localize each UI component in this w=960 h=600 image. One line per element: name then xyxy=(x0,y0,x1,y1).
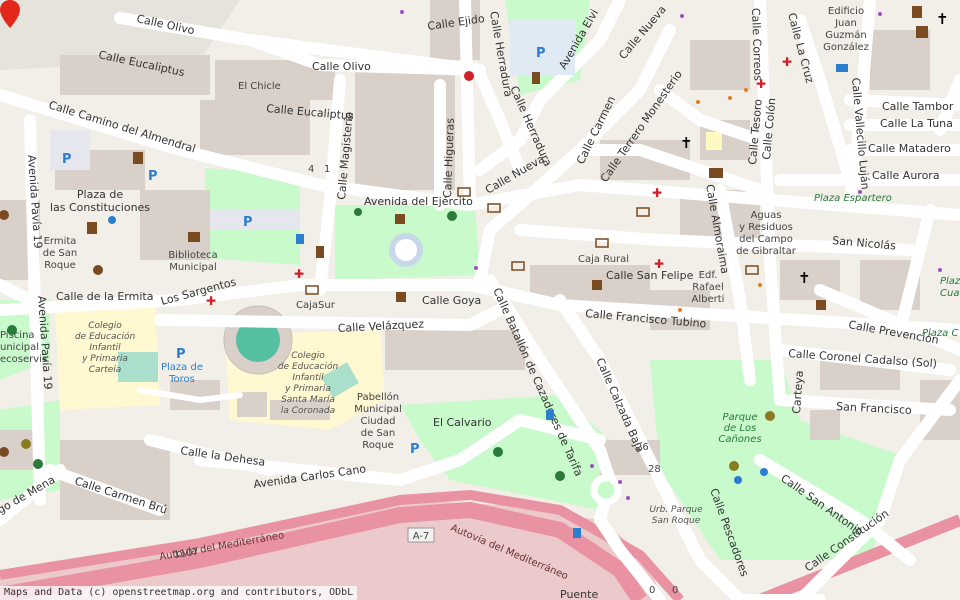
roundabout[interactable] xyxy=(590,474,622,506)
street-label: Calle Correos xyxy=(749,8,765,82)
parking-icon: P xyxy=(243,215,253,230)
road-number: A-7 xyxy=(413,531,430,542)
monument-icon xyxy=(532,72,540,84)
street-label: Calle La Tuna xyxy=(880,117,953,130)
bus-stop-icon xyxy=(546,410,554,420)
pharmacy-icon: ✚ xyxy=(206,294,216,308)
house-number: 1 xyxy=(324,164,330,175)
street-label: Calle Aurora xyxy=(872,169,940,182)
museum-icon xyxy=(592,280,602,290)
house-number: 28 xyxy=(648,464,661,475)
church-icon: ✝ xyxy=(798,269,811,287)
parking-icon: P xyxy=(62,152,72,167)
dog-park-icon xyxy=(555,471,565,481)
map-view[interactable]: Calle Ejido Calle Olivo Calle Olivo Call… xyxy=(0,0,960,600)
pharmacy-icon: ✚ xyxy=(652,186,662,200)
street-label: Calle de la Ermita xyxy=(56,290,153,303)
fountain-icon xyxy=(734,476,742,484)
information-icon xyxy=(912,6,922,18)
pharmacy-icon: ✚ xyxy=(782,55,792,69)
post-icon xyxy=(709,168,723,178)
plaza-label: Plaza C xyxy=(922,328,958,339)
house-number: 26 xyxy=(636,442,649,453)
swimming-icon xyxy=(7,325,17,335)
biblioteca-label: Biblioteca Municipal xyxy=(168,250,217,273)
location-marker[interactable] xyxy=(0,0,20,28)
library-icon xyxy=(188,232,200,242)
street-label: Calle Olivo xyxy=(312,60,371,73)
pharmacy-icon: ✚ xyxy=(294,267,304,281)
ermita-label: Ermita de San Roque xyxy=(43,236,78,271)
fountain-icon xyxy=(760,468,768,476)
plaza-label: Plaza Espartero xyxy=(814,193,892,204)
parking-icon: P xyxy=(148,169,158,184)
street-label: Calle San Felipe xyxy=(606,269,694,282)
toilets-icon xyxy=(836,64,848,72)
bank-label: CajaSur xyxy=(296,300,336,311)
calvario-label: El Calvario xyxy=(433,416,492,429)
church-icon: ✝ xyxy=(936,10,949,28)
parking-icon: P xyxy=(410,442,420,457)
edificio-label: Edificio Juan Guzmán González xyxy=(823,6,869,53)
roundabout[interactable] xyxy=(389,233,423,267)
place-label: El Chicle xyxy=(238,81,281,92)
street-label: Calle Tambor xyxy=(882,100,954,113)
tree-icon xyxy=(33,459,43,469)
bus-stop-icon xyxy=(573,528,581,538)
street-label: Avenida del Ejército xyxy=(364,195,473,208)
tree-icon xyxy=(354,208,362,216)
parking-icon: P xyxy=(536,46,546,61)
street-label: Puente xyxy=(560,588,598,600)
tree-icon xyxy=(447,211,457,221)
parque-label: Parque de Los Cañones xyxy=(718,412,761,445)
house-number: 4 xyxy=(308,164,314,175)
fuel-icon xyxy=(316,246,324,258)
urb-label: Urb. Parque San Roque xyxy=(649,505,703,526)
museum-icon xyxy=(816,300,826,310)
viewpoint-icon xyxy=(21,439,31,449)
theatre-icon xyxy=(395,214,405,224)
plaza-label: PlazaCua xyxy=(940,276,960,299)
church-icon: ✝ xyxy=(680,134,693,152)
parking-icon: P xyxy=(176,347,186,362)
bank-label: Caja Rural xyxy=(578,254,629,265)
street-label: Calle Matadero xyxy=(868,142,951,155)
vet-icon xyxy=(464,71,474,81)
playground-icon xyxy=(93,265,103,275)
bus-stop-icon xyxy=(296,234,304,244)
parking-area xyxy=(210,210,300,230)
map-attribution[interactable]: Maps and Data (c) openstreetmap.org and … xyxy=(0,586,358,600)
church-building-icon xyxy=(916,26,928,38)
government-icon xyxy=(133,152,143,164)
tree-icon xyxy=(493,447,503,457)
pharmacy-icon: ✚ xyxy=(654,257,664,271)
house-number: 0 xyxy=(649,585,655,596)
fountain-icon xyxy=(108,216,116,224)
theatre-icon xyxy=(396,292,406,302)
house-number: 0 xyxy=(672,585,678,596)
pharmacy-icon: ✚ xyxy=(756,77,766,91)
building-highlight xyxy=(706,132,722,150)
street-label: Calle Goya xyxy=(422,294,481,307)
map-canvas[interactable]: Calle Ejido Calle Olivo Calle Olivo Call… xyxy=(0,0,960,600)
viewpoint-icon xyxy=(729,461,739,471)
monument-icon xyxy=(87,222,97,234)
viewpoint-icon xyxy=(765,411,775,421)
